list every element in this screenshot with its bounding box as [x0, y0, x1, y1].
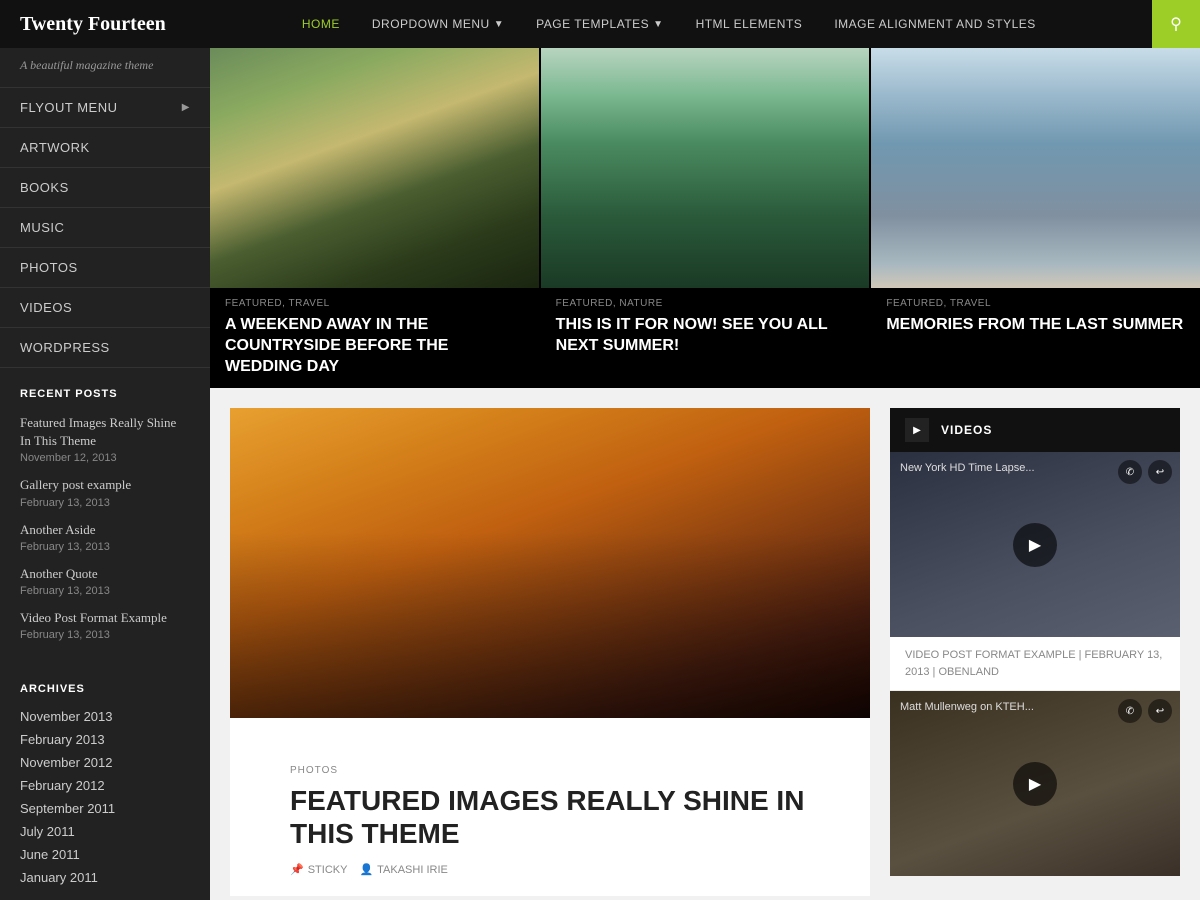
video-label-2: Matt Mullenweg on KTEH... — [900, 701, 1034, 713]
nav-links: HOME DROPDOWN MENU ▼ PAGE TEMPLATES ▼ HT… — [186, 0, 1152, 48]
recent-post-title: Another Quote — [20, 565, 190, 583]
sidebar-item-music[interactable]: MUSIC — [0, 208, 210, 248]
search-icon: ⚲ — [1170, 14, 1182, 34]
video-overlay-icons-2: ✆ ↩ — [1118, 699, 1172, 723]
sidebar-menu: FLYOUT MENU ▶ ARTWORK BOOKS MUSIC PHOTOS… — [0, 87, 210, 368]
list-item[interactable]: Video Post Format Example February 13, 2… — [20, 609, 190, 641]
recent-post-date: February 13, 2013 — [20, 497, 190, 509]
archive-item[interactable]: September 2011 — [20, 801, 190, 816]
widget-header: ▶ VIDEOS — [890, 408, 1180, 452]
author-info: 👤 TAKASHI IRIE — [359, 863, 447, 876]
video-play-button-1[interactable]: ▶ — [1013, 523, 1057, 567]
flyout-arrow: ▶ — [182, 102, 190, 113]
video-play-button-2[interactable]: ▶ — [1013, 762, 1057, 806]
archive-item[interactable]: January 2011 — [20, 870, 190, 885]
video-thumb-1[interactable]: New York HD Time Lapse... ✆ ↩ ▶ — [890, 452, 1180, 637]
widget-play-icon: ▶ — [905, 418, 929, 442]
hero-info-1: FEATURED, TRAVEL A WEEKEND AWAY IN THE C… — [210, 288, 539, 388]
video-thumb-2[interactable]: Matt Mullenweg on KTEH... ✆ ↩ ▶ — [890, 691, 1180, 876]
clock-icon: ✆ — [1118, 460, 1142, 484]
sidebar-item-artwork[interactable]: ARTWORK — [0, 128, 210, 168]
hero-category-2: FEATURED, NATURE — [556, 298, 855, 309]
page-body: A beautiful magazine theme FLYOUT MENU ▶… — [0, 48, 1200, 900]
featured-post-overlay: PHOTOS FEATURED IMAGES REALLY SHINE IN T… — [270, 745, 830, 896]
archives-title: ARCHIVES — [20, 683, 190, 695]
hero-slider: FEATURED, TRAVEL A WEEKEND AWAY IN THE C… — [210, 48, 1200, 388]
hero-info-3: FEATURED, TRAVEL MEMORIES FROM THE LAST … — [871, 288, 1200, 351]
video-overlay-icons: ✆ ↩ — [1118, 460, 1172, 484]
dropdown-arrow: ▼ — [494, 19, 504, 30]
sticky-icon: 📌 — [290, 863, 304, 876]
hero-image-2 — [541, 48, 870, 288]
hero-title-3: MEMORIES FROM THE LAST SUMMER — [886, 315, 1185, 336]
content-area: PHOTOS FEATURED IMAGES REALLY SHINE IN T… — [210, 388, 1200, 900]
hero-title-1: A WEEKEND AWAY IN THE COUNTRYSIDE BEFORE… — [225, 315, 524, 377]
video-label-1: New York HD Time Lapse... — [900, 462, 1035, 474]
sticky-badge: 📌 STICKY — [290, 863, 347, 876]
list-item[interactable]: Gallery post example February 13, 2013 — [20, 476, 190, 508]
nav-image-alignment[interactable]: IMAGE ALIGNMENT AND STYLES — [818, 0, 1052, 48]
post-category: PHOTOS — [290, 765, 810, 776]
nav-page-templates[interactable]: PAGE TEMPLATES ▼ — [520, 0, 679, 48]
archive-item[interactable]: February 2012 — [20, 778, 190, 793]
content-sidebar: ▶ VIDEOS New York HD Time Lapse... ✆ ↩ ▶… — [890, 408, 1180, 896]
list-item[interactable]: Another Aside February 13, 2013 — [20, 521, 190, 553]
featured-post-image — [230, 408, 870, 718]
video-meta-1: VIDEO POST FORMAT EXAMPLE | FEBRUARY 13,… — [905, 647, 1165, 680]
list-item[interactable]: Featured Images Really Shine In This The… — [20, 414, 190, 464]
clock-icon-2: ✆ — [1118, 699, 1142, 723]
archive-item[interactable]: November 2012 — [20, 755, 190, 770]
search-button[interactable]: ⚲ — [1152, 0, 1200, 48]
recent-posts-section: RECENT POSTS Featured Images Really Shin… — [0, 368, 210, 663]
top-navigation: Twenty Fourteen HOME DROPDOWN MENU ▼ PAG… — [0, 0, 1200, 48]
hero-category-3: FEATURED, TRAVEL — [886, 298, 1185, 309]
hero-item-1[interactable]: FEATURED, TRAVEL A WEEKEND AWAY IN THE C… — [210, 48, 539, 388]
hero-info-2: FEATURED, NATURE THIS IS IT FOR NOW! SEE… — [541, 288, 870, 372]
archives-section: ARCHIVES November 2013 February 2013 Nov… — [0, 663, 210, 900]
share-icon: ↩ — [1148, 460, 1172, 484]
sidebar-item-wordpress[interactable]: WORDPRESS — [0, 328, 210, 368]
share-icon-2: ↩ — [1148, 699, 1172, 723]
site-title[interactable]: Twenty Fourteen — [0, 13, 186, 36]
site-tagline: A beautiful magazine theme — [0, 48, 210, 87]
hero-image-1 — [210, 48, 539, 288]
featured-post[interactable]: PHOTOS FEATURED IMAGES REALLY SHINE IN T… — [230, 408, 870, 896]
videos-widget: ▶ VIDEOS New York HD Time Lapse... ✆ ↩ ▶… — [890, 408, 1180, 876]
recent-post-title: Another Aside — [20, 521, 190, 539]
sidebar: A beautiful magazine theme FLYOUT MENU ▶… — [0, 48, 210, 900]
archive-item[interactable]: July 2011 — [20, 824, 190, 839]
hero-title-2: THIS IS IT FOR NOW! SEE YOU ALL NEXT SUM… — [556, 315, 855, 357]
recent-posts-title: RECENT POSTS — [20, 388, 190, 400]
archive-item[interactable]: June 2011 — [20, 847, 190, 862]
sidebar-item-videos[interactable]: VIDEOS — [0, 288, 210, 328]
dropdown-arrow: ▼ — [653, 19, 663, 30]
hero-item-2[interactable]: FEATURED, NATURE THIS IS IT FOR NOW! SEE… — [539, 48, 870, 388]
sidebar-item-flyout-menu[interactable]: FLYOUT MENU ▶ — [0, 88, 210, 128]
nav-dropdown-menu[interactable]: DROPDOWN MENU ▼ — [356, 0, 520, 48]
recent-post-date: February 13, 2013 — [20, 585, 190, 597]
archive-item[interactable]: November 2013 — [20, 709, 190, 724]
archive-item[interactable]: February 2013 — [20, 732, 190, 747]
hero-category-1: FEATURED, TRAVEL — [225, 298, 524, 309]
sidebar-item-photos[interactable]: PHOTOS — [0, 248, 210, 288]
list-item[interactable]: Another Quote February 13, 2013 — [20, 565, 190, 597]
nav-html-elements[interactable]: HTML ELEMENTS — [680, 0, 819, 48]
nav-home[interactable]: HOME — [286, 0, 356, 48]
recent-post-date: February 13, 2013 — [20, 541, 190, 553]
recent-post-title: Gallery post example — [20, 476, 190, 494]
post-title: FEATURED IMAGES REALLY SHINE IN THIS THE… — [290, 784, 810, 851]
video-info-1: VIDEO POST FORMAT EXAMPLE | FEBRUARY 13,… — [890, 637, 1180, 691]
recent-post-title: Video Post Format Example — [20, 609, 190, 627]
recent-post-date: November 12, 2013 — [20, 452, 190, 464]
hero-image-3 — [871, 48, 1200, 288]
recent-post-date: February 13, 2013 — [20, 629, 190, 641]
hero-item-3[interactable]: FEATURED, TRAVEL MEMORIES FROM THE LAST … — [869, 48, 1200, 388]
recent-post-title: Featured Images Really Shine In This The… — [20, 414, 190, 450]
widget-title: VIDEOS — [941, 423, 992, 437]
post-meta: 📌 STICKY 👤 TAKASHI IRIE — [290, 863, 810, 876]
author-icon: 👤 — [359, 863, 373, 876]
sidebar-item-books[interactable]: BOOKS — [0, 168, 210, 208]
main-content: FEATURED, TRAVEL A WEEKEND AWAY IN THE C… — [210, 48, 1200, 900]
